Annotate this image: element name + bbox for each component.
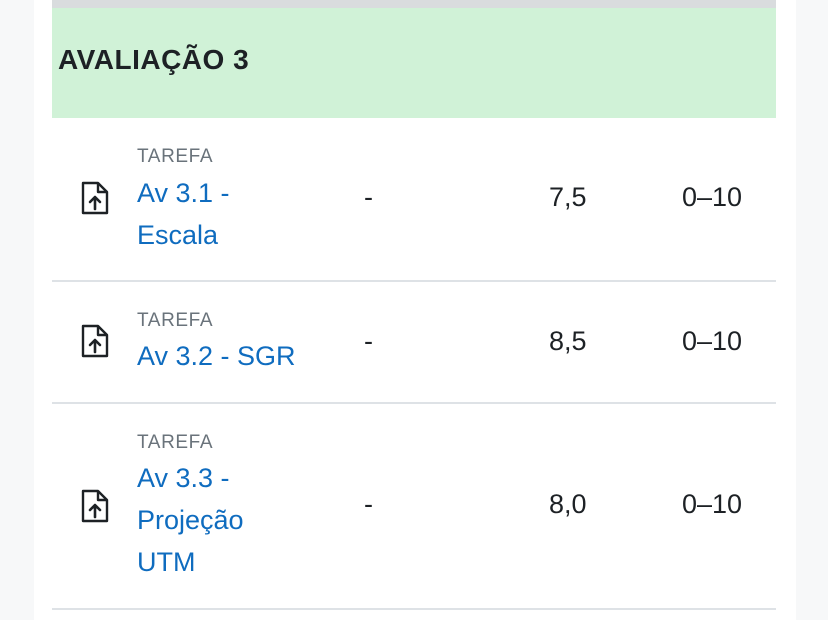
table-row: TAREFA Av 3.2 - SGR - 8,5 0–10 (52, 282, 776, 404)
grade-cell: 7,5 (549, 182, 587, 212)
grade-cell: 8,5 (549, 326, 587, 356)
category-title: AVALIAÇÃO 3 (58, 44, 250, 75)
assignment-icon (80, 489, 110, 523)
grade-report-page: AVALIAÇÃO 3 TAREFA Av 3.1 - Escala - 7,5… (0, 0, 828, 620)
range-cell: 0–10 (682, 182, 743, 212)
range-cell: 0–10 (682, 326, 743, 356)
assignment-icon (80, 324, 110, 358)
weight-cell: - (364, 489, 373, 519)
activity-type-label: TAREFA (137, 146, 214, 167)
range-cell: 0–10 (682, 489, 743, 519)
activity-type-label: TAREFA (137, 310, 214, 331)
table-row: TAREFA Av 3.3 - Projeção UTM - 8,0 0–10 (52, 404, 776, 610)
assignment-icon (80, 181, 110, 215)
activity-type-label: TAREFA (137, 432, 214, 453)
category-row: AVALIAÇÃO 3 (52, 8, 776, 118)
weight-cell: - (364, 326, 373, 356)
table-header-strip (52, 0, 776, 8)
grade-cell: 8,0 (549, 489, 587, 519)
activity-link[interactable]: Av 3.1 - Escala (137, 172, 307, 256)
table-row: TAREFA Av 3.1 - Escala - 7,5 0–10 (52, 118, 776, 282)
activity-link[interactable]: Av 3.2 - SGR (137, 335, 307, 377)
activity-link[interactable]: Av 3.3 - Projeção UTM (137, 457, 307, 583)
next-table-row (52, 610, 776, 620)
weight-cell: - (364, 182, 373, 212)
